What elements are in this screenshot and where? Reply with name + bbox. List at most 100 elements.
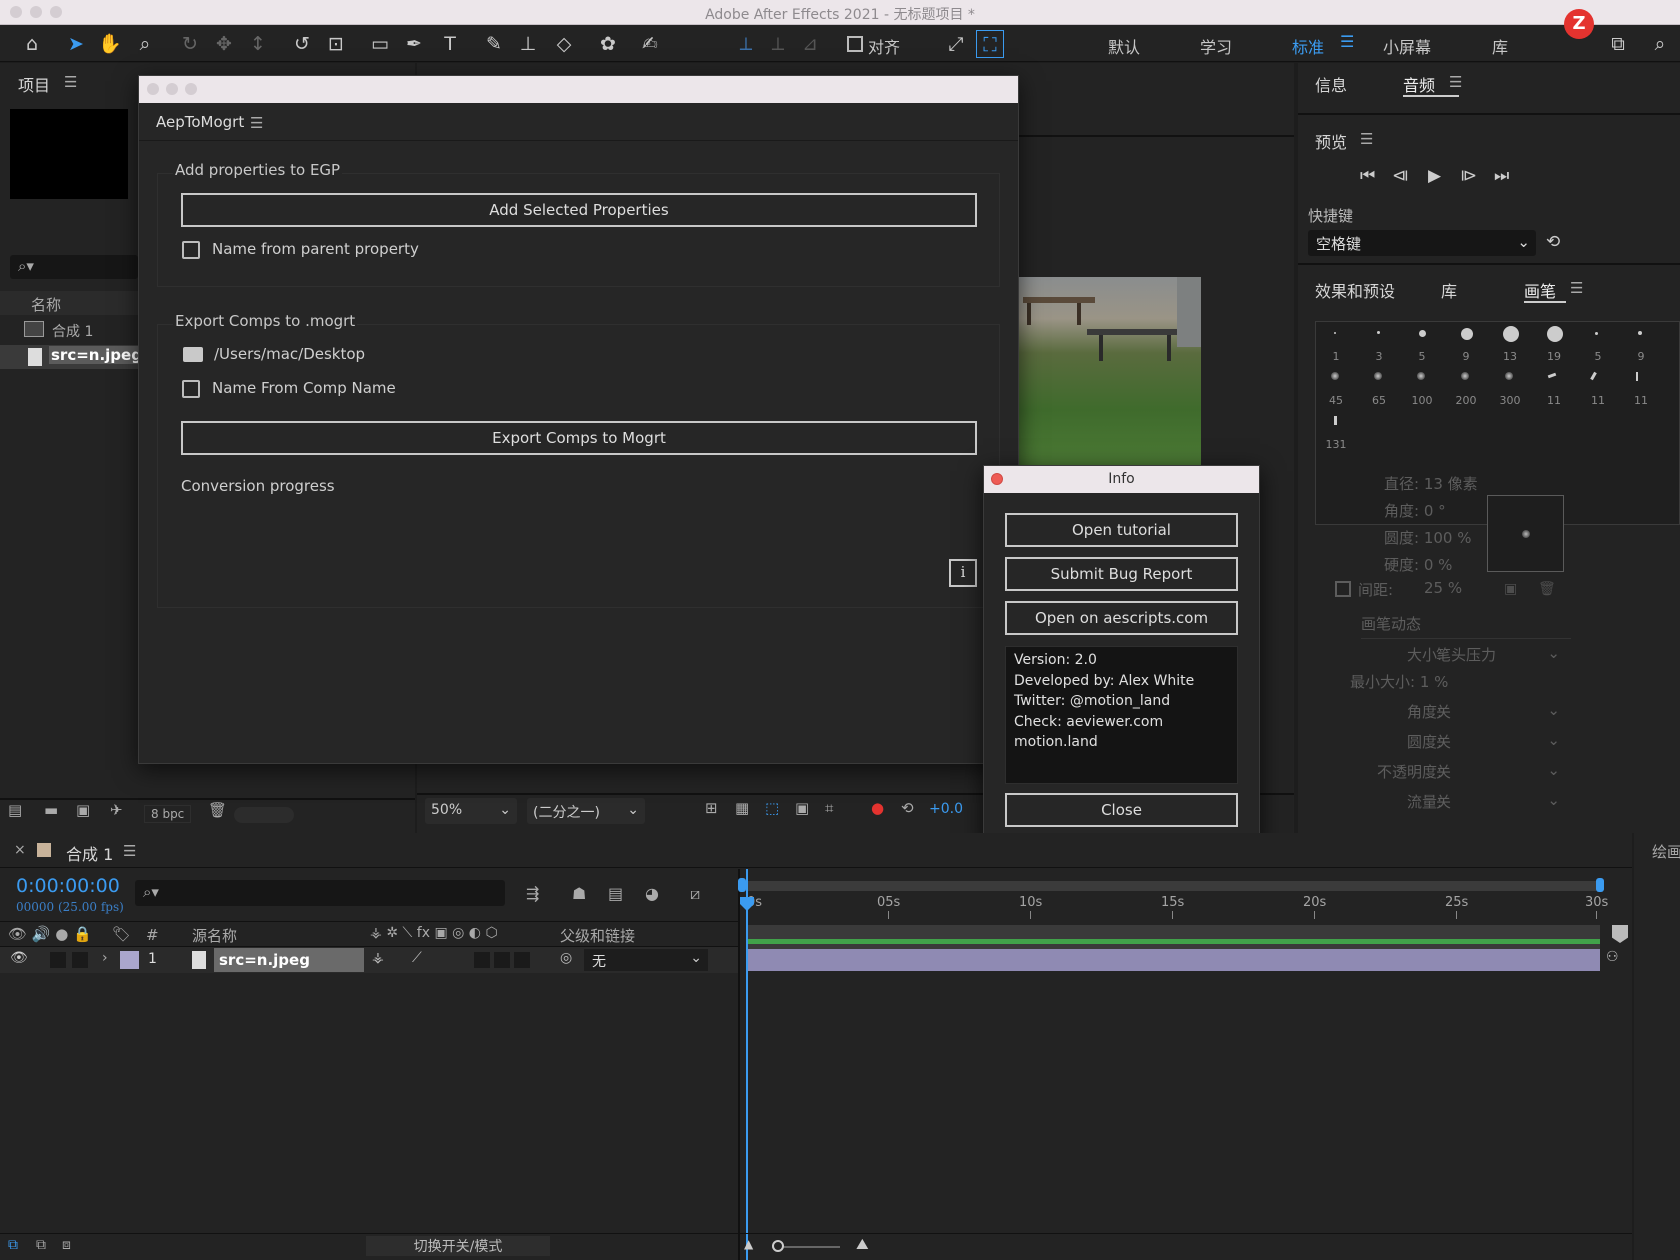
dyn-angle-dropdown[interactable]: 关 ⌄ [1432,699,1564,723]
tab-library[interactable]: 库 [1441,278,1457,302]
new-comp-icon[interactable]: ▣ [76,801,90,819]
zoom-dropdown[interactable]: 50% ⌄ [425,798,517,824]
layer-duration-bar[interactable] [746,949,1600,971]
hide-shy-layers-icon[interactable]: ☗ [572,884,586,903]
quality-switch-icon[interactable]: ⟋ [412,950,422,966]
name-column-header[interactable]: 名称 [31,294,61,315]
export-comps-button[interactable]: Export Comps to Mogrt [181,421,977,455]
name-from-comp-checkbox[interactable] [182,380,200,398]
grid-guides-icon[interactable]: ⌗ [825,799,833,817]
view-axis-icon[interactable]: ⊿ [796,30,824,58]
close-tab-icon[interactable]: × [14,842,26,858]
layer-switches-icon[interactable]: ⧉ [8,1237,18,1253]
layer-name[interactable]: src=n.jpeg [219,951,310,969]
world-axis-icon[interactable]: ⟂ [764,30,792,58]
pan-camera-icon[interactable]: ✥ [210,30,238,58]
anchor-tool-icon[interactable]: ⊡ [322,30,350,58]
submit-bug-report-button[interactable]: Submit Bug Report [1005,557,1238,591]
exposure-value[interactable]: +0.0 [929,801,963,817]
spacing-checkbox[interactable] [1335,581,1351,597]
pickwhip-icon[interactable]: ◎ [560,950,572,966]
comp-button-icon[interactable]: ⚇ [1606,949,1619,965]
zoom-out-icon[interactable]: ▲ [744,1237,753,1251]
timeline-menu-icon[interactable]: ☰ [123,842,136,860]
switch-toggle[interactable] [494,952,510,968]
layer-search-input[interactable]: ⌕▾ [135,880,505,906]
close-traffic-light[interactable] [147,83,159,95]
size-dropdown[interactable]: 笔头压力 ⌄ [1432,642,1564,666]
roto-brush-icon[interactable]: ✿ [594,30,622,58]
open-aescripts-button[interactable]: Open on aescripts.com [1005,601,1238,635]
puppet-pin-icon[interactable]: ✍ [636,30,664,58]
tab-audio[interactable]: 音频 [1403,72,1435,96]
chevron-right-icon[interactable]: › [102,950,108,966]
delete-brush-icon[interactable]: 🗑 [1538,581,1556,597]
trash-icon[interactable]: 🗑 [208,801,227,819]
play-icon[interactable]: ▶ [1428,166,1441,186]
mask-visibility-icon[interactable]: ⬚ [765,799,779,817]
bit-depth-button[interactable]: 8 bpc [144,805,192,823]
workspace-standard[interactable]: 标准 [1292,34,1324,58]
time-ruler[interactable]: 0s 05s 10s 15s 20s 25s 30s [745,893,1608,923]
plugin-window-bar[interactable] [139,76,1018,103]
shortcut-dropdown[interactable]: 空格键 ⌄ [1308,230,1536,256]
project-search-input[interactable]: ⌕▾ [10,255,138,279]
channel-icon[interactable]: ● [871,799,884,817]
interpret-footage-icon[interactable]: ▤ [8,801,22,819]
open-tutorial-button[interactable]: Open tutorial [1005,513,1238,547]
solo-toggle[interactable] [50,952,66,968]
workspace-default[interactable]: 默认 [1108,34,1140,58]
dyn-roundness-dropdown[interactable]: 关 ⌄ [1432,729,1564,753]
snap-grid-icon[interactable]: ⛶ [976,30,1004,58]
dyn-flow-dropdown[interactable]: 关 ⌄ [1432,789,1564,813]
preview-menu-icon[interactable]: ☰ [1360,130,1373,148]
parent-dropdown[interactable]: 无 ⌄ [584,949,708,971]
thumbnail-zoom-slider[interactable] [234,807,294,823]
zoom-in-icon[interactable]: ⛰ [856,1235,869,1253]
work-area-start-handle[interactable] [738,878,746,892]
tab-brushes[interactable]: 画笔 [1524,278,1556,302]
tab-paint[interactable]: 绘画 [1652,841,1680,862]
eye-icon[interactable]: 👁 [10,950,28,966]
snap-icon[interactable]: ⤢ [942,30,970,58]
layer-label-color[interactable] [120,951,139,969]
reset-exposure-icon[interactable]: ⟲ [901,799,914,817]
region-of-interest-icon[interactable]: ▣ [795,799,809,817]
next-frame-icon[interactable]: ⧐ [1460,166,1477,186]
project-item[interactable]: 合成 1 [52,321,93,341]
brushes-menu-icon[interactable]: ☰ [1570,279,1583,297]
project-item[interactable]: src=n.jpeg [49,346,144,364]
transfer-controls-icon[interactable]: ⧉ [36,1237,46,1253]
selection-tool-icon[interactable]: ➤ [62,30,90,58]
motion-blur-icon[interactable]: ◕ [645,884,659,903]
tab-effects-presets[interactable]: 效果和预设 [1315,278,1395,302]
toggle-switches-modes-button[interactable]: 切换开关/模式 [366,1236,550,1256]
transparency-grid-icon[interactable]: ▦ [735,799,749,817]
minimize-traffic-light[interactable] [166,83,178,95]
graph-editor-icon[interactable]: ⧄ [690,884,700,904]
layer-row[interactable]: 👁 › 1 src=n.jpeg ⚶ ⟋ ◎ 无 ⌄ [0,947,740,973]
project-menu-icon[interactable]: ☰ [64,73,77,91]
new-folder-icon[interactable]: ▬ [44,801,58,819]
parent-link-header[interactable]: 父级和链接 [560,925,635,946]
export-path[interactable]: /Users/mac/Desktop [214,345,365,363]
in-out-stretch-icon[interactable]: ⧈ [62,1237,71,1253]
rectangle-tool-icon[interactable]: ▭ [366,30,394,58]
first-frame-icon[interactable]: ⏮ [1360,166,1375,186]
folder-icon[interactable] [183,347,203,362]
work-area-bar[interactable] [742,881,1600,891]
version-info-textarea[interactable]: Version: 2.0 Developed by: Alex White Tw… [1005,646,1238,784]
tab-info[interactable]: 信息 [1315,72,1347,96]
workspace-library[interactable]: 库 [1492,34,1508,58]
clone-stamp-icon[interactable]: ⊥ [514,30,542,58]
reset-shortcut-icon[interactable]: ⟲ [1546,232,1560,252]
switch-toggle[interactable] [474,952,490,968]
lock-toggle[interactable] [72,952,88,968]
zoom-tool-icon[interactable]: ⌕ [131,30,159,58]
hand-tool-icon[interactable]: ✋ [96,30,124,58]
name-from-parent-checkbox[interactable] [182,241,200,259]
time-zoom-slider-knob[interactable] [772,1240,784,1252]
audio-menu-icon[interactable]: ☰ [1449,73,1462,91]
workspace-learn[interactable]: 学习 [1200,34,1232,58]
render-queue-icon[interactable]: ✈ [110,801,123,819]
